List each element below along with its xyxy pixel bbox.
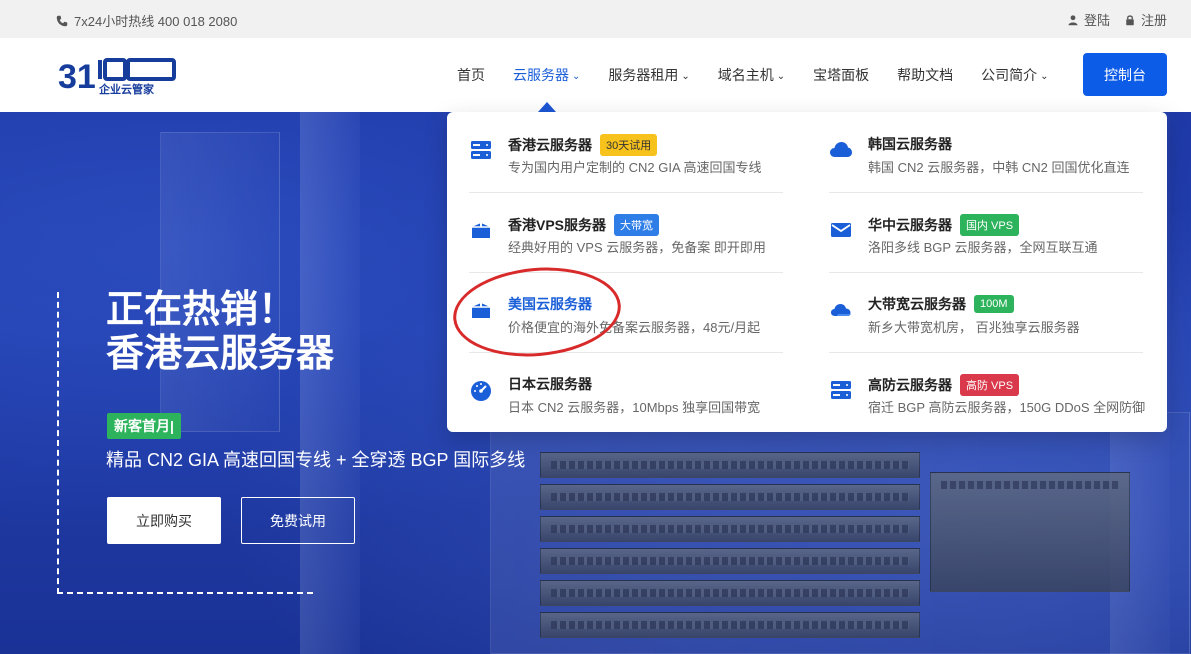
nav-bt-panel-label: 宝塔面板 <box>813 67 870 83</box>
menu-item-desc: 韩国 CN2 云服务器，中韩 CN2 回国优化直连 <box>868 160 1130 175</box>
nav-help-docs[interactable]: 帮助文档 <box>883 38 967 112</box>
free-trial-button[interactable]: 免费试用 <box>241 497 355 544</box>
bg-server <box>540 580 920 606</box>
nav-about[interactable]: 公司简介 ⌄ <box>967 38 1062 112</box>
menu-item-hk-vps[interactable]: 香港VPS服务器 大带宽 经典好用的 VPS 云服务器，免备案 即开即用 <box>449 194 766 274</box>
buy-now-button[interactable]: 立即购买 <box>107 497 221 544</box>
menu-item-desc: 洛阳多线 BGP 云服务器，全网互联互通 <box>868 240 1098 255</box>
site-logo[interactable]: 31 企业云管家 <box>58 57 178 97</box>
hero-title-line1: 正在热销！ <box>106 289 297 331</box>
new-customer-badge: 新客首月| <box>107 413 181 439</box>
top-bar: 7x24小时热线 400 018 2080 登陆 注册 <box>0 0 1191 38</box>
menu-item-tag: 高防 VPS <box>960 374 1020 396</box>
bg-server <box>930 472 1130 592</box>
hotline: 7x24小时热线 400 018 2080 <box>56 11 237 30</box>
chevron-down-icon: ⌄ <box>681 70 690 82</box>
phone-icon <box>56 15 68 26</box>
menu-item-tag: 30天试用 <box>600 134 658 156</box>
hotline-text: 7x24小时热线 400 018 2080 <box>74 14 238 29</box>
console-button[interactable]: 控制台 <box>1083 53 1167 96</box>
nav-domain-hosting[interactable]: 域名主机 ⌄ <box>704 38 799 112</box>
nav-server-rental[interactable]: 服务器租用 ⌄ <box>594 38 703 112</box>
menu-item-title: 香港云服务器 <box>508 137 592 153</box>
nav-domain-hosting-label: 域名主机 <box>717 67 774 83</box>
menu-item-jp-cloud[interactable]: 日本云服务器 日本 CN2 云服务器，10Mbps 独享回国带宽 <box>449 354 763 434</box>
nav-home-label: 首页 <box>457 67 485 83</box>
nav-about-label: 公司简介 <box>981 67 1038 83</box>
menu-item-tag: 大带宽 <box>614 214 660 236</box>
menu-item-desc: 经典好用的 VPS 云服务器，免备案 即开即用 <box>508 240 766 255</box>
dropdown-pointer <box>537 102 556 112</box>
main-nav: 首页 云服务器 ⌄ 服务器租用 ⌄ 域名主机 ⌄ 宝塔面板 帮助文档 公司简介 … <box>457 38 1063 112</box>
bg-server <box>540 452 920 478</box>
bg-server <box>540 548 920 574</box>
menu-item-title: 高防云服务器 <box>868 377 952 393</box>
menu-item-desc: 宿迁 BGP 高防云服务器，150G DDoS 全网防御 <box>868 400 1146 415</box>
nav-server-rental-label: 服务器租用 <box>608 67 679 83</box>
gauge-icon <box>471 381 491 401</box>
menu-item-title: 华中云服务器 <box>868 217 952 233</box>
chevron-down-icon: ⌄ <box>776 70 786 82</box>
user-icon <box>1068 14 1078 25</box>
bg-server <box>540 484 920 510</box>
svg-text:企业云管家: 企业云管家 <box>98 82 155 96</box>
lock-icon <box>1126 14 1134 25</box>
nav-cloud-server[interactable]: 云服务器 ⌄ <box>499 38 594 112</box>
server-icon <box>831 381 851 399</box>
menu-item-desc: 新乡大带宽机房， 百兆独享云服务器 <box>868 320 1080 335</box>
nav-home[interactable]: 首页 <box>457 38 499 112</box>
bg-server <box>540 612 920 638</box>
menu-item-title: 日本云服务器 <box>508 376 592 392</box>
menu-item-desc: 专为国内用户定制的 CN2 GIA 高速回国专线 <box>508 160 762 175</box>
chevron-down-icon: ⌄ <box>572 70 581 82</box>
register-label: 注册 <box>1140 13 1167 28</box>
menu-item-kr-cloud[interactable]: 韩国云服务器 韩国 CN2 云服务器，中韩 CN2 回国优化直连 <box>809 114 1129 194</box>
hero-title-line2: 香港云服务器 <box>106 333 335 375</box>
menu-item-title: 韩国云服务器 <box>868 136 952 152</box>
box-icon <box>472 223 490 238</box>
bg-server <box>540 516 920 542</box>
register-link[interactable]: 注册 <box>1124 10 1167 29</box>
svg-text:31: 31 <box>58 58 96 96</box>
menu-item-desc: 日本 CN2 云服务器，10Mbps 独享回国带宽 <box>508 400 761 415</box>
login-label: 登陆 <box>1083 13 1110 28</box>
main-header: 31 企业云管家 首页 云服务器 ⌄ 服务器租用 ⌄ 域名主机 ⌄ 宝塔面板 帮… <box>0 38 1191 112</box>
menu-item-title: 香港VPS服务器 <box>508 217 607 233</box>
menu-item-bandwidth-cloud[interactable]: 大带宽云服务器 100M 新乡大带宽机房， 百兆独享云服务器 <box>809 274 1123 354</box>
login-link[interactable]: 登陆 <box>1067 10 1110 29</box>
hero-title: 正在热销！ 香港云服务器 <box>106 288 334 376</box>
hero-subtitle: 精品 CN2 GIA 高速回国专线 + 全穿透 BGP 国际多线 <box>106 450 526 470</box>
server-icon <box>471 141 491 159</box>
menu-item-ddos-cloud[interactable]: 高防云服务器 高防 VPS 宿迁 BGP 高防云服务器，150G DDoS 全网防… <box>809 354 1145 434</box>
cloud-icon <box>830 142 852 157</box>
nav-cloud-server-label: 云服务器 <box>513 67 569 83</box>
menu-item-hk-cloud[interactable]: 香港云服务器 30天试用 专为国内用户定制的 CN2 GIA 高速回国专线 <box>449 114 763 194</box>
cloud-icon <box>831 304 851 316</box>
menu-item-central-cloud[interactable]: 华中云服务器 国内 VPS 洛阳多线 BGP 云服务器，全网互联互通 <box>809 194 1123 274</box>
mail-icon <box>831 223 851 237</box>
nav-bt-panel[interactable]: 宝塔面板 <box>799 38 883 112</box>
menu-item-tag: 100M <box>974 295 1014 313</box>
nav-help-docs-label: 帮助文档 <box>897 67 954 83</box>
chevron-down-icon: ⌄ <box>1040 70 1049 82</box>
menu-item-tag: 国内 VPS <box>960 214 1020 236</box>
menu-item-title: 大带宽云服务器 <box>868 296 966 312</box>
